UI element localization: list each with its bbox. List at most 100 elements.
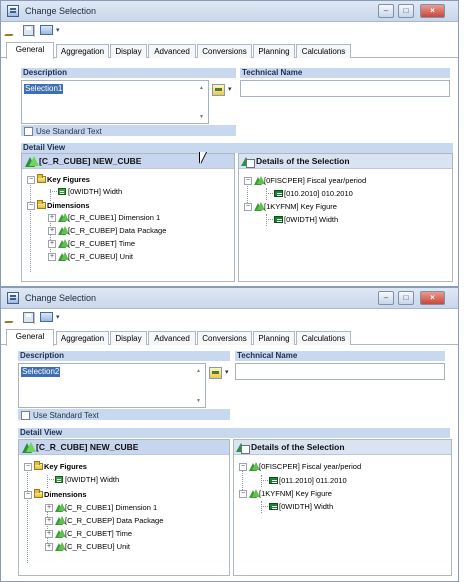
expand-icon[interactable]: + bbox=[45, 517, 53, 525]
maximize-button[interactable]: □ bbox=[398, 4, 414, 18]
tab-planning[interactable]: Planning bbox=[253, 44, 295, 58]
tab-calculations[interactable]: Calculations bbox=[296, 44, 351, 58]
tab-strip: General Aggregation Display Advanced Con… bbox=[1, 327, 458, 346]
text-color-dropdown-icon[interactable]: ▾ bbox=[225, 368, 229, 376]
app-icon bbox=[7, 5, 19, 17]
text-color-button[interactable] bbox=[212, 84, 225, 96]
close-button[interactable]: × bbox=[420, 291, 445, 305]
save-icon[interactable] bbox=[23, 312, 34, 323]
tab-advanced[interactable]: Advanced bbox=[148, 331, 196, 345]
expand-icon[interactable]: + bbox=[48, 214, 56, 222]
change-selection-dialog-2: Change Selection – □ × ▾ General Aggrega… bbox=[0, 287, 459, 582]
fiscal-period-node[interactable]: − [0FISCPER] Fiscal year/period bbox=[244, 175, 434, 186]
collapse-icon[interactable]: − bbox=[239, 490, 247, 498]
collapse-icon[interactable]: − bbox=[239, 463, 247, 471]
dimension-item[interactable]: + [C_R_CUBET] Time bbox=[48, 238, 218, 249]
dimensions-node[interactable]: − Dimensions bbox=[24, 489, 144, 500]
technical-name-field[interactable] bbox=[235, 363, 445, 380]
key-figure-node[interactable]: − [1KYFNM] Key Figure bbox=[244, 201, 424, 212]
tab-display[interactable]: Display bbox=[110, 44, 147, 58]
period-value-node[interactable]: [011.2010] 011.2010 bbox=[259, 475, 409, 486]
dimensions-node[interactable]: − Dimensions bbox=[27, 200, 147, 211]
scroll-up-icon[interactable]: ▲ bbox=[196, 368, 201, 374]
width-key-figure-node[interactable]: [0WIDTH] Width bbox=[45, 474, 195, 485]
dialog-title-bar[interactable]: Change Selection – □ × bbox=[1, 1, 458, 22]
tab-conversions[interactable]: Conversions bbox=[197, 44, 252, 58]
hierarchy-icon bbox=[254, 176, 265, 185]
hierarchy-icon bbox=[58, 213, 69, 222]
tab-planning[interactable]: Planning bbox=[253, 331, 295, 345]
save-icon[interactable] bbox=[23, 25, 34, 36]
scroll-up-icon[interactable]: ▲ bbox=[199, 85, 204, 91]
key-figure-node[interactable]: − [1KYFNM] Key Figure bbox=[239, 488, 419, 499]
expand-icon[interactable]: + bbox=[48, 227, 56, 235]
hierarchy-icon bbox=[55, 542, 66, 551]
dimension-item[interactable]: + [C_R_CUBEU] Unit bbox=[48, 251, 218, 262]
scroll-down-icon[interactable]: ▼ bbox=[196, 398, 201, 404]
value-icon bbox=[269, 503, 278, 510]
key-figures-node[interactable]: − Key Figures bbox=[27, 174, 147, 185]
dropdown-arrow-icon[interactable]: ▾ bbox=[56, 26, 60, 34]
details-header: Details of the Selection bbox=[239, 154, 452, 169]
dimension-item[interactable]: + [C_R_CUBE1] Dimension 1 bbox=[48, 212, 218, 223]
width-key-figure-node[interactable]: [0WIDTH] Width bbox=[48, 186, 198, 197]
fiscal-period-node[interactable]: − [0FISCPER] Fiscal year/period bbox=[239, 461, 429, 472]
key-figures-node[interactable]: − Key Figures bbox=[24, 461, 144, 472]
filter-icon[interactable] bbox=[40, 312, 53, 322]
collapse-icon[interactable]: − bbox=[27, 202, 35, 210]
dialog-title-bar[interactable]: Change Selection – □ × bbox=[1, 288, 458, 309]
collapse-icon[interactable]: − bbox=[244, 177, 252, 185]
expand-icon[interactable]: + bbox=[45, 504, 53, 512]
expand-icon[interactable]: + bbox=[48, 253, 56, 261]
filter-icon[interactable] bbox=[40, 25, 53, 35]
tab-calculations[interactable]: Calculations bbox=[296, 331, 351, 345]
pencil-icon[interactable] bbox=[4, 312, 20, 323]
right-detail-panel: Details of the Selection − [0FISCPER] Fi… bbox=[238, 153, 453, 282]
tab-general[interactable]: General bbox=[6, 329, 54, 346]
tab-aggregation[interactable]: Aggregation bbox=[56, 44, 109, 58]
tab-conversions[interactable]: Conversions bbox=[197, 331, 252, 345]
dimension-item[interactable]: + [C_R_CUBE1] Dimension 1 bbox=[45, 502, 215, 513]
collapse-icon[interactable]: − bbox=[24, 491, 32, 499]
expand-icon[interactable]: + bbox=[45, 543, 53, 551]
technical-name-field[interactable] bbox=[240, 80, 450, 97]
close-button[interactable]: × bbox=[420, 4, 445, 18]
dimension-item[interactable]: + [C_R_CUBEU] Unit bbox=[45, 541, 215, 552]
tab-general[interactable]: General bbox=[6, 42, 54, 59]
key-figure-icon bbox=[58, 188, 66, 195]
pencil-icon[interactable] bbox=[4, 25, 20, 36]
collapse-icon[interactable]: − bbox=[27, 176, 35, 184]
tab-aggregation[interactable]: Aggregation bbox=[56, 331, 109, 345]
text-color-dropdown-icon[interactable]: ▾ bbox=[228, 85, 232, 93]
dimension-item[interactable]: + [C_R_CUBEP] Data Package bbox=[48, 225, 218, 236]
scroll-down-icon[interactable]: ▼ bbox=[199, 114, 204, 120]
dimension-item[interactable]: + [C_R_CUBEP] Data Package bbox=[45, 515, 215, 526]
hierarchy-icon bbox=[249, 462, 260, 471]
cube-title: [C_R_CUBE] NEW_CUBE bbox=[39, 156, 142, 166]
width-value-node[interactable]: [0WIDTH] Width bbox=[264, 214, 414, 225]
text-color-button[interactable] bbox=[209, 367, 222, 379]
hierarchy-icon bbox=[55, 529, 66, 538]
technical-name-label: Technical Name bbox=[235, 351, 445, 361]
tab-display[interactable]: Display bbox=[110, 331, 147, 345]
dimension-item[interactable]: + [C_R_CUBET] Time bbox=[45, 528, 215, 539]
collapse-icon[interactable]: − bbox=[244, 203, 252, 211]
minimize-button[interactable]: – bbox=[378, 291, 394, 305]
expand-icon[interactable]: + bbox=[45, 530, 53, 538]
minimize-button[interactable]: – bbox=[378, 4, 394, 18]
expand-icon[interactable]: + bbox=[48, 240, 56, 248]
maximize-button[interactable]: □ bbox=[398, 291, 414, 305]
hierarchy-icon bbox=[55, 516, 66, 525]
width-value-node[interactable]: [0WIDTH] Width bbox=[259, 501, 409, 512]
dropdown-arrow-icon[interactable]: ▾ bbox=[56, 313, 60, 321]
collapse-icon[interactable]: − bbox=[24, 463, 32, 471]
tab-advanced[interactable]: Advanced bbox=[148, 44, 196, 58]
cube-title-row[interactable]: [C_R_CUBE] NEW_CUBE bbox=[19, 440, 229, 455]
period-value-node[interactable]: [010.2010] 010.2010 bbox=[264, 188, 414, 199]
use-standard-text-checkbox[interactable] bbox=[21, 411, 30, 420]
use-standard-text-checkbox[interactable] bbox=[24, 127, 33, 136]
value-icon bbox=[274, 216, 283, 223]
description-field[interactable]: Selection2 ▲ ▼ bbox=[18, 363, 206, 408]
fiscal-period-label: [0FISCPER] Fiscal year/period bbox=[259, 462, 362, 471]
description-field[interactable]: Selection1 ▲ ▼ bbox=[21, 80, 209, 124]
